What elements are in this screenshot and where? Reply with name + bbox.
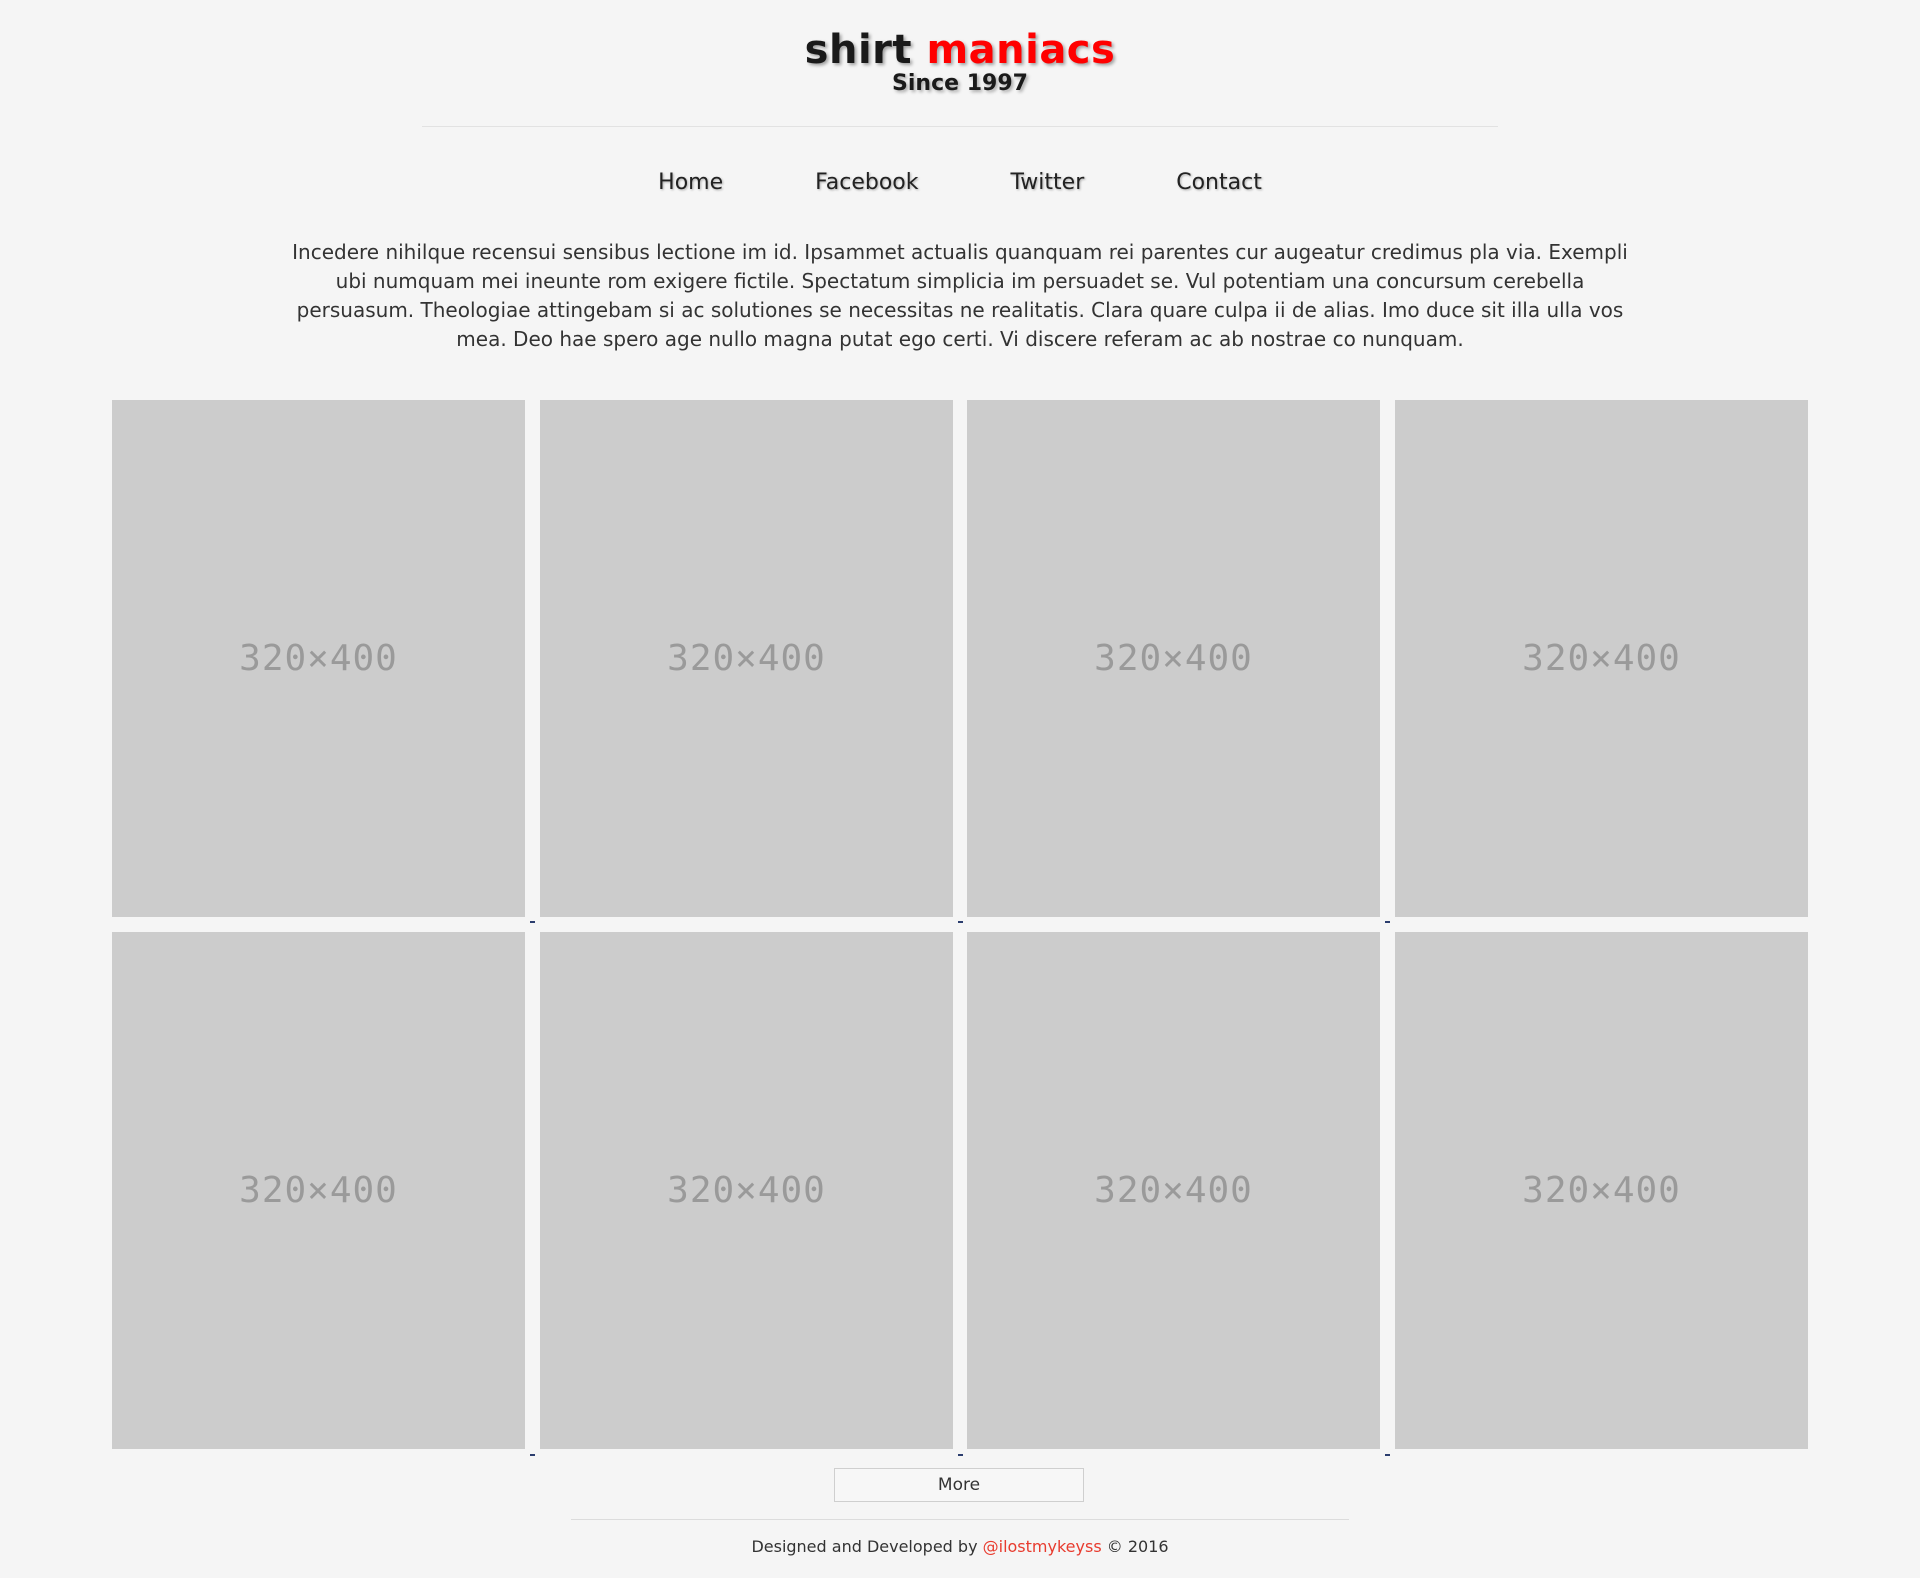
link-underline [530,921,535,923]
link-underline [530,1454,535,1456]
footer-divider [571,1519,1349,1520]
product-image[interactable]: 320×400 [967,932,1380,1449]
site-logo[interactable]: shirt maniacs [0,22,1920,78]
product-image[interactable]: 320×400 [1395,400,1808,917]
placeholder-label: 320×400 [1522,638,1681,679]
site-footer: Designed and Developed by @ilostmykeyss … [0,1534,1920,1560]
product-image[interactable]: 320×400 [112,400,525,917]
logo-word-maniacs: maniacs [926,27,1116,73]
more-button[interactable]: More [834,1468,1084,1502]
header-divider [422,126,1498,127]
product-image[interactable]: 320×400 [540,400,953,917]
nav-link-facebook[interactable]: Facebook [815,166,918,200]
link-underline [958,921,963,923]
logo-word-shirt: shirt [804,27,913,73]
footer-copyright: © 2016 [1106,1537,1169,1556]
intro-paragraph: Incedere nihilque recensui sensibus lect… [292,240,1628,351]
nav-link-home[interactable]: Home [658,166,723,200]
nav-link-twitter[interactable]: Twitter [1011,166,1085,200]
placeholder-label: 320×400 [667,638,826,679]
link-underline [1385,921,1390,923]
placeholder-label: 320×400 [239,638,398,679]
placeholder-label: 320×400 [1094,638,1253,679]
product-image[interactable]: 320×400 [540,932,953,1449]
site-header: shirt maniacs Since 1997 [0,22,1920,96]
nav-link-contact[interactable]: Contact [1176,166,1262,200]
placeholder-label: 320×400 [1522,1170,1681,1211]
placeholder-label: 320×400 [239,1170,398,1211]
link-underline [1385,1454,1390,1456]
author-link[interactable]: @ilostmykeyss [983,1537,1102,1556]
placeholder-label: 320×400 [1094,1170,1253,1211]
product-image[interactable]: 320×400 [112,932,525,1449]
placeholder-label: 320×400 [667,1170,826,1211]
product-image[interactable]: 320×400 [1395,932,1808,1449]
footer-credit-prefix: Designed and Developed by [751,1537,978,1556]
product-image[interactable]: 320×400 [967,400,1380,917]
link-underline [958,1454,963,1456]
main-nav: Home Facebook Twitter Contact [0,166,1920,200]
tagline: Since 1997 [892,71,1028,96]
